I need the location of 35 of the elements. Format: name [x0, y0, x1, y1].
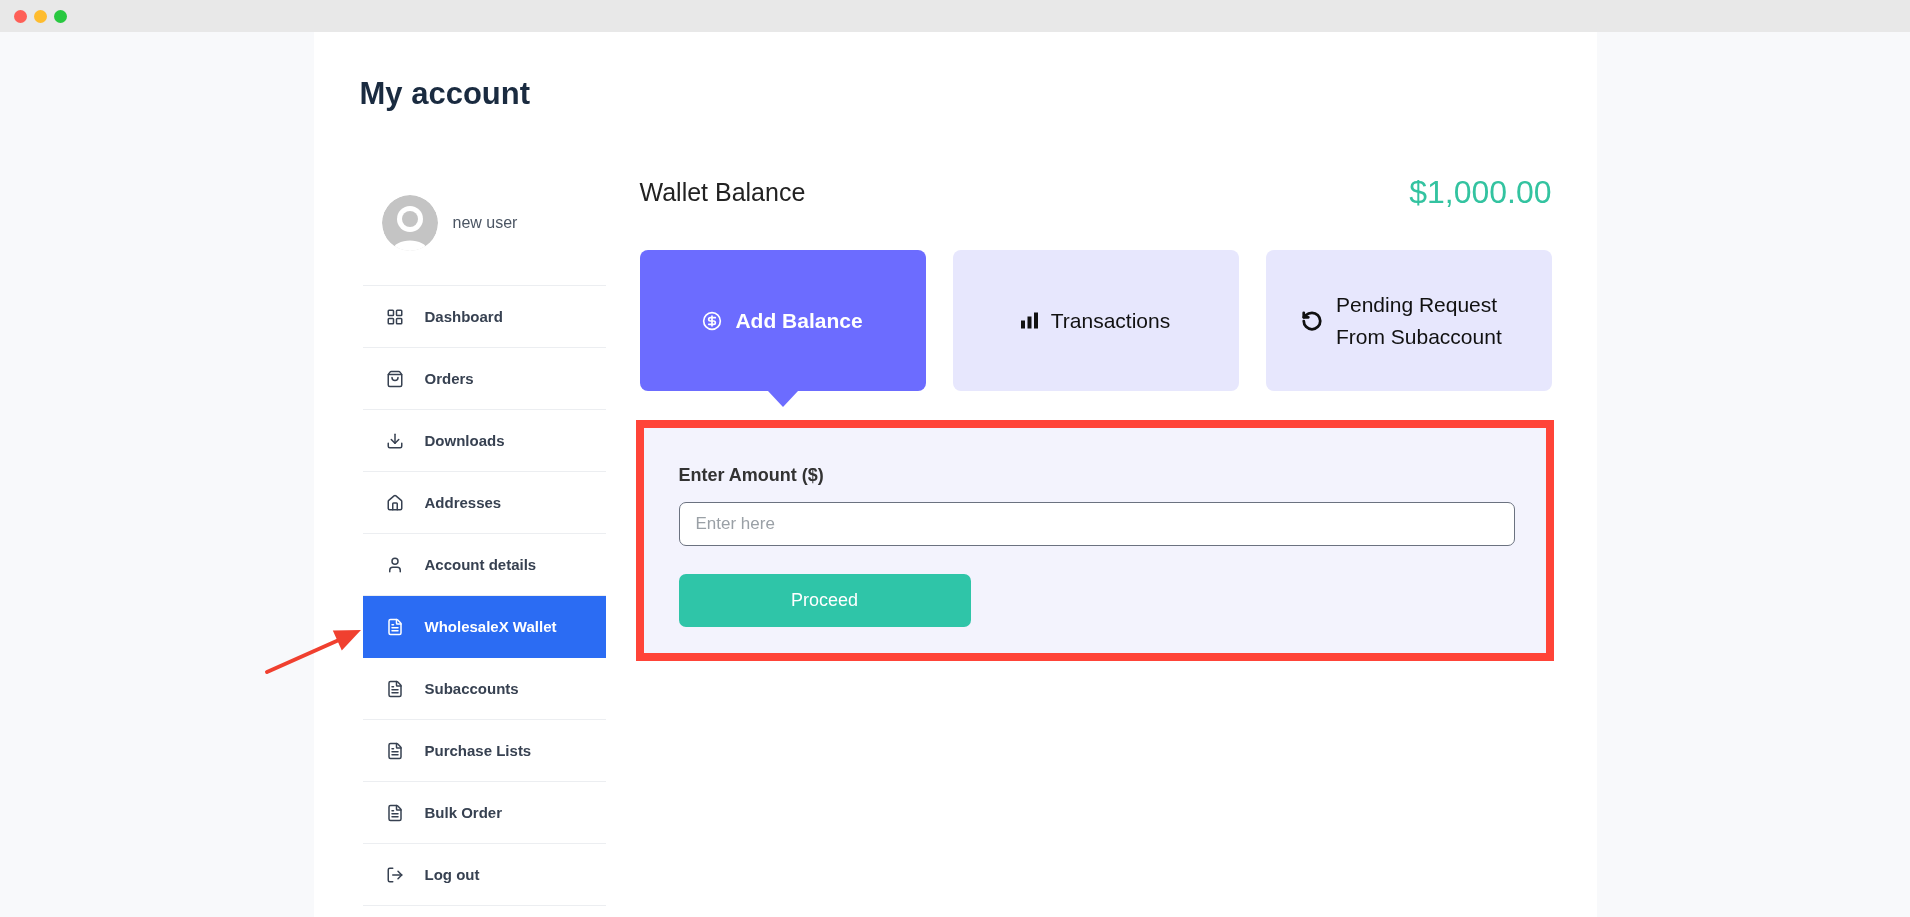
page-title: My account	[359, 75, 532, 112]
sidebar-item[interactable]: Downloads	[362, 410, 606, 472]
amount-input[interactable]: Enter here	[678, 502, 1515, 546]
document-icon	[385, 617, 404, 636]
sidebar-item[interactable]: Addresses	[362, 472, 606, 534]
bar-chart-icon	[1020, 312, 1038, 329]
shopping-bag-icon	[385, 369, 404, 388]
sidebar-item[interactable]: Log out	[362, 844, 606, 906]
rotate-arrow-icon	[1301, 309, 1323, 332]
balance-amount: $1,000.00	[1409, 173, 1552, 211]
document-icon	[385, 679, 404, 698]
window-close-icon[interactable]	[14, 9, 27, 23]
avatar-icon	[381, 195, 438, 251]
sidebar-item[interactable]: Subaccounts	[362, 658, 606, 720]
document-icon	[385, 803, 404, 822]
section-title: Wallet Balance	[639, 177, 806, 207]
sidebar-item[interactable]: Dashboard	[362, 286, 606, 348]
field-label: Enter Amount ($)	[678, 464, 825, 486]
sidebar-item[interactable]: Bulk Order	[362, 782, 606, 844]
sidebar-item[interactable]: Purchase Lists	[362, 720, 606, 782]
tab-pointer-icon	[767, 391, 798, 407]
grid-icon	[385, 307, 404, 326]
wallet-tab[interactable]: Pending Request From Subaccount	[1265, 250, 1552, 391]
user-name: new user	[452, 214, 518, 232]
window-zoom-icon[interactable]	[54, 9, 67, 23]
sidebar-item[interactable]: Orders	[362, 348, 606, 410]
window-minimize-icon[interactable]	[34, 9, 47, 23]
dollar-coin-icon	[702, 310, 723, 331]
wallet-tab[interactable]: Add Balance	[639, 250, 926, 391]
download-icon	[385, 431, 404, 450]
house-icon	[385, 493, 404, 512]
sidebar-item[interactable]: WholesaleX Wallet	[362, 596, 606, 658]
logout-icon	[385, 865, 404, 884]
wallet-tab[interactable]: Transactions	[952, 250, 1239, 391]
document-icon	[385, 741, 404, 760]
